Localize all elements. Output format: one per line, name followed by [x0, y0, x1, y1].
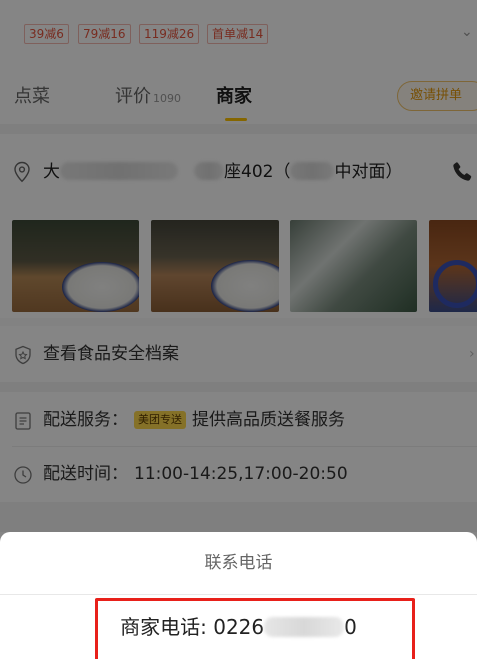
merchant-page: 39减6 79减16 119减26 首单减14 ⌄ 点菜 评价 1090 商家 邀… [0, 0, 477, 659]
divider [0, 594, 477, 595]
sheet-title: 联系电话 [204, 553, 273, 573]
highlight-box [95, 598, 415, 659]
